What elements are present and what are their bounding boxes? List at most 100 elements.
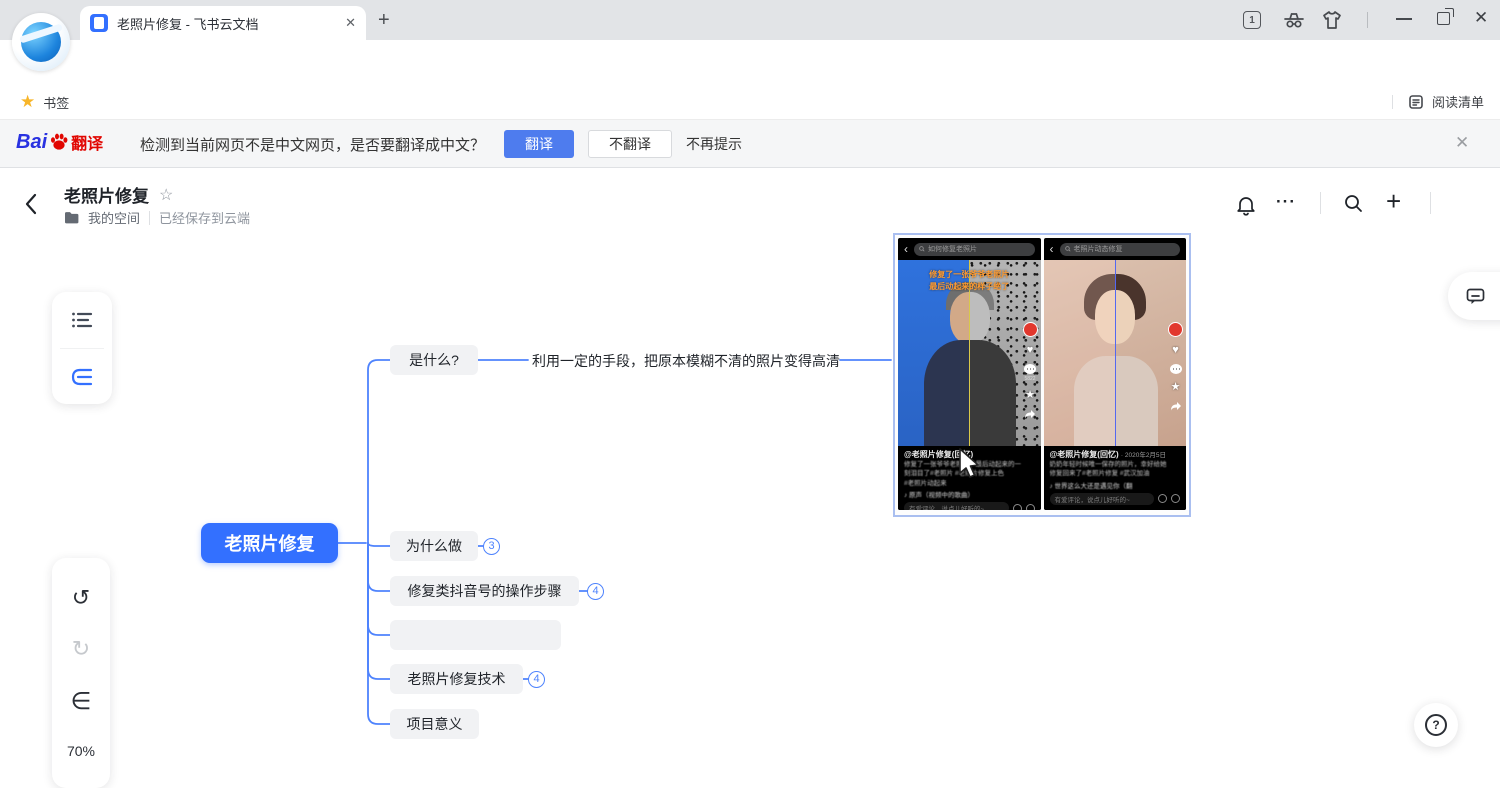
douyin-author-avatar-right: [1168, 322, 1183, 337]
reading-list-button[interactable]: 阅读清单: [1408, 92, 1484, 111]
node-tech[interactable]: 老照片修复技术: [390, 664, 523, 694]
favorite-star-icon-douyin: ★: [1025, 390, 1035, 401]
doc-back-button[interactable]: [24, 192, 38, 216]
node-meaning[interactable]: 项目意义: [390, 709, 479, 739]
caption-line: #老照片动起来: [904, 479, 1035, 488]
translate-decline-button[interactable]: 不翻译: [588, 130, 672, 158]
emoji-icon-right: [1171, 494, 1180, 503]
tab-count-box[interactable]: 1: [1243, 11, 1261, 29]
doc-title: 老照片修复: [64, 182, 149, 207]
comment-count: 5822: [1024, 376, 1035, 382]
douyin-search-text-right: 老照片动态修复: [1074, 244, 1123, 254]
collapse-branches-button[interactable]: ∈: [71, 690, 92, 714]
share-arrow-icon: [1024, 409, 1036, 419]
douyin-author-avatar: [1023, 322, 1038, 337]
incognito-icon[interactable]: [1282, 9, 1306, 31]
before-after-divider-blue: [1115, 260, 1116, 446]
notifications-bell-icon[interactable]: [1236, 194, 1256, 216]
douyin-screenshot-right: ‹ 老照片动态修复 ♥ ★: [1044, 238, 1187, 510]
search-icon[interactable]: [1343, 193, 1364, 214]
douyin-author-right: @老照片修复(回忆) · 2020年2月5日: [1050, 449, 1181, 460]
node-why-collapse-badge[interactable]: 3: [483, 538, 500, 555]
music-line: ♪ 原声（视频中的歌曲）: [904, 489, 1035, 499]
create-new-button[interactable]: +: [1386, 186, 1401, 217]
bookmarks-separator: [1392, 95, 1393, 109]
mindmap-icon: [70, 367, 94, 387]
baidu-logo-bai: Bai: [16, 131, 47, 154]
tab-close-icon[interactable]: ✕: [345, 15, 356, 31]
canvas-tools-panel: ↺ ↻ ∈ 70%: [52, 558, 110, 788]
douyin-info-right: @老照片修复(回忆) · 2020年2月5日 奶奶年轻时候唯一保存的照片，幸好给…: [1044, 446, 1187, 510]
close-window-button[interactable]: ✕: [1474, 8, 1488, 28]
caption-line: 修复回来了#老照片修复 #武汉加油: [1050, 469, 1181, 478]
douyin-back-icon: ‹: [904, 242, 908, 256]
bookmark-star-icon: ★: [20, 92, 35, 112]
mention-icon-right: [1158, 494, 1167, 503]
mindmap-connectors: [0, 230, 1500, 788]
node-steps-collapse-badge[interactable]: 4: [587, 583, 604, 600]
browser-toolbar: ‹ › ↻ ☆ 译 ↺ ▾ ···: [0, 40, 1500, 85]
music-line: ♪ 世界这么大还是遇见你（翻: [1050, 480, 1181, 490]
maximize-restore-button[interactable]: [1437, 12, 1450, 25]
caption-line: 奶奶年轻时候唯一保存的照片，幸好给她: [1050, 460, 1181, 469]
node-what-detail[interactable]: 利用一定的手段，把原本模糊不清的照片变得高清: [532, 351, 840, 371]
help-button[interactable]: ?: [1414, 703, 1458, 747]
emoji-icon: [1026, 504, 1035, 510]
baidu-translate-logo: Bai 翻译: [16, 130, 103, 154]
zoom-level[interactable]: 70%: [67, 743, 95, 759]
comment-bubble-icon: [1024, 364, 1036, 374]
baidu-translate-bar: Bai 翻译 检测到当前网页不是中文网页，是否要翻译成中文？ 翻译 不翻译 不再…: [0, 120, 1500, 168]
outline-view-button[interactable]: [52, 292, 112, 348]
node-tech-collapse-badge[interactable]: 4: [528, 671, 545, 688]
baidu-paw-icon: [49, 131, 69, 153]
photo-before-after-woman: ♥ ★: [1044, 260, 1187, 446]
mindmap-canvas[interactable]: ↺ ↻ ∈ 70% 老照片修复 是什么? 利用一定的手段，把原本模糊不清的照片变…: [0, 230, 1500, 788]
douyin-search-bar-right: 老照片动态修复: [1060, 243, 1181, 256]
redo-button[interactable]: ↻: [72, 638, 90, 660]
douyin-search-icon-right: [1065, 246, 1071, 252]
minimize-button[interactable]: [1396, 18, 1412, 20]
translate-message: 检测到当前网页不是中文网页，是否要翻译成中文？: [140, 134, 485, 155]
mindmap-view-button[interactable]: [52, 349, 112, 405]
view-switch-panel: [52, 292, 112, 404]
theme-shirt-icon[interactable]: [1320, 9, 1344, 31]
doc-header: 老照片修复 ☆ 我的空间 已经保存到云端 分享 ··· + 0: [0, 168, 1500, 230]
browser-titlebar: 老照片修复 - 飞书云文档 ✕ + 1 ✕: [0, 0, 1500, 40]
feishu-favicon-icon: [90, 14, 108, 32]
bookmarks-label: 书签: [43, 93, 69, 112]
translate-confirm-button[interactable]: 翻译: [504, 130, 574, 158]
undo-button[interactable]: ↺: [72, 587, 90, 609]
douyin-back-icon-right: ‹: [1050, 242, 1054, 256]
comment-input-left: 有爱评论，说点儿好听的~: [904, 502, 1009, 510]
doc-space-label[interactable]: 我的空间: [88, 208, 140, 227]
video-date: 2020年2月5日: [1125, 452, 1166, 459]
douyin-search-icon: [919, 246, 925, 252]
browser-logo: [12, 13, 70, 71]
header-separator-2: [1430, 192, 1431, 214]
mindmap-root-node[interactable]: 老照片修复: [201, 523, 338, 563]
comments-panel-toggle[interactable]: [1448, 272, 1500, 320]
titlebar-separator: [1367, 12, 1368, 28]
folder-icon: [64, 211, 79, 224]
doc-more-menu-button[interactable]: ···: [1276, 192, 1296, 212]
outline-list-icon: [71, 311, 93, 329]
node-steps[interactable]: 修复类抖音号的操作步骤: [390, 576, 579, 606]
node-empty[interactable]: [390, 620, 561, 650]
attached-image-douyin-screenshots[interactable]: ‹ 如何修复老照片: [893, 233, 1191, 517]
new-tab-button[interactable]: +: [378, 9, 390, 32]
browser-tab[interactable]: 老照片修复 - 飞书云文档 ✕: [80, 6, 366, 40]
baidu-logo-fanyi: 翻译: [71, 130, 103, 154]
like-heart-icon: ♥: [1027, 345, 1034, 356]
translate-never-button[interactable]: 不再提示: [686, 134, 742, 154]
question-mark-icon: ?: [1425, 714, 1447, 736]
douyin-search-bar-left: 如何修复老照片: [914, 243, 1035, 256]
doc-subtitle-separator: [149, 211, 150, 225]
share-arrow-icon-right: [1170, 401, 1182, 411]
reading-list-label: 阅读清单: [1432, 92, 1484, 111]
node-why[interactable]: 为什么做: [390, 531, 478, 561]
doc-save-status: 已经保存到云端: [159, 208, 250, 227]
doc-favorite-star-icon[interactable]: ☆: [159, 185, 173, 205]
node-what[interactable]: 是什么?: [390, 345, 478, 375]
translate-bar-close-icon[interactable]: ✕: [1455, 133, 1469, 153]
bookmarks-folder[interactable]: ★ 书签: [20, 92, 69, 112]
